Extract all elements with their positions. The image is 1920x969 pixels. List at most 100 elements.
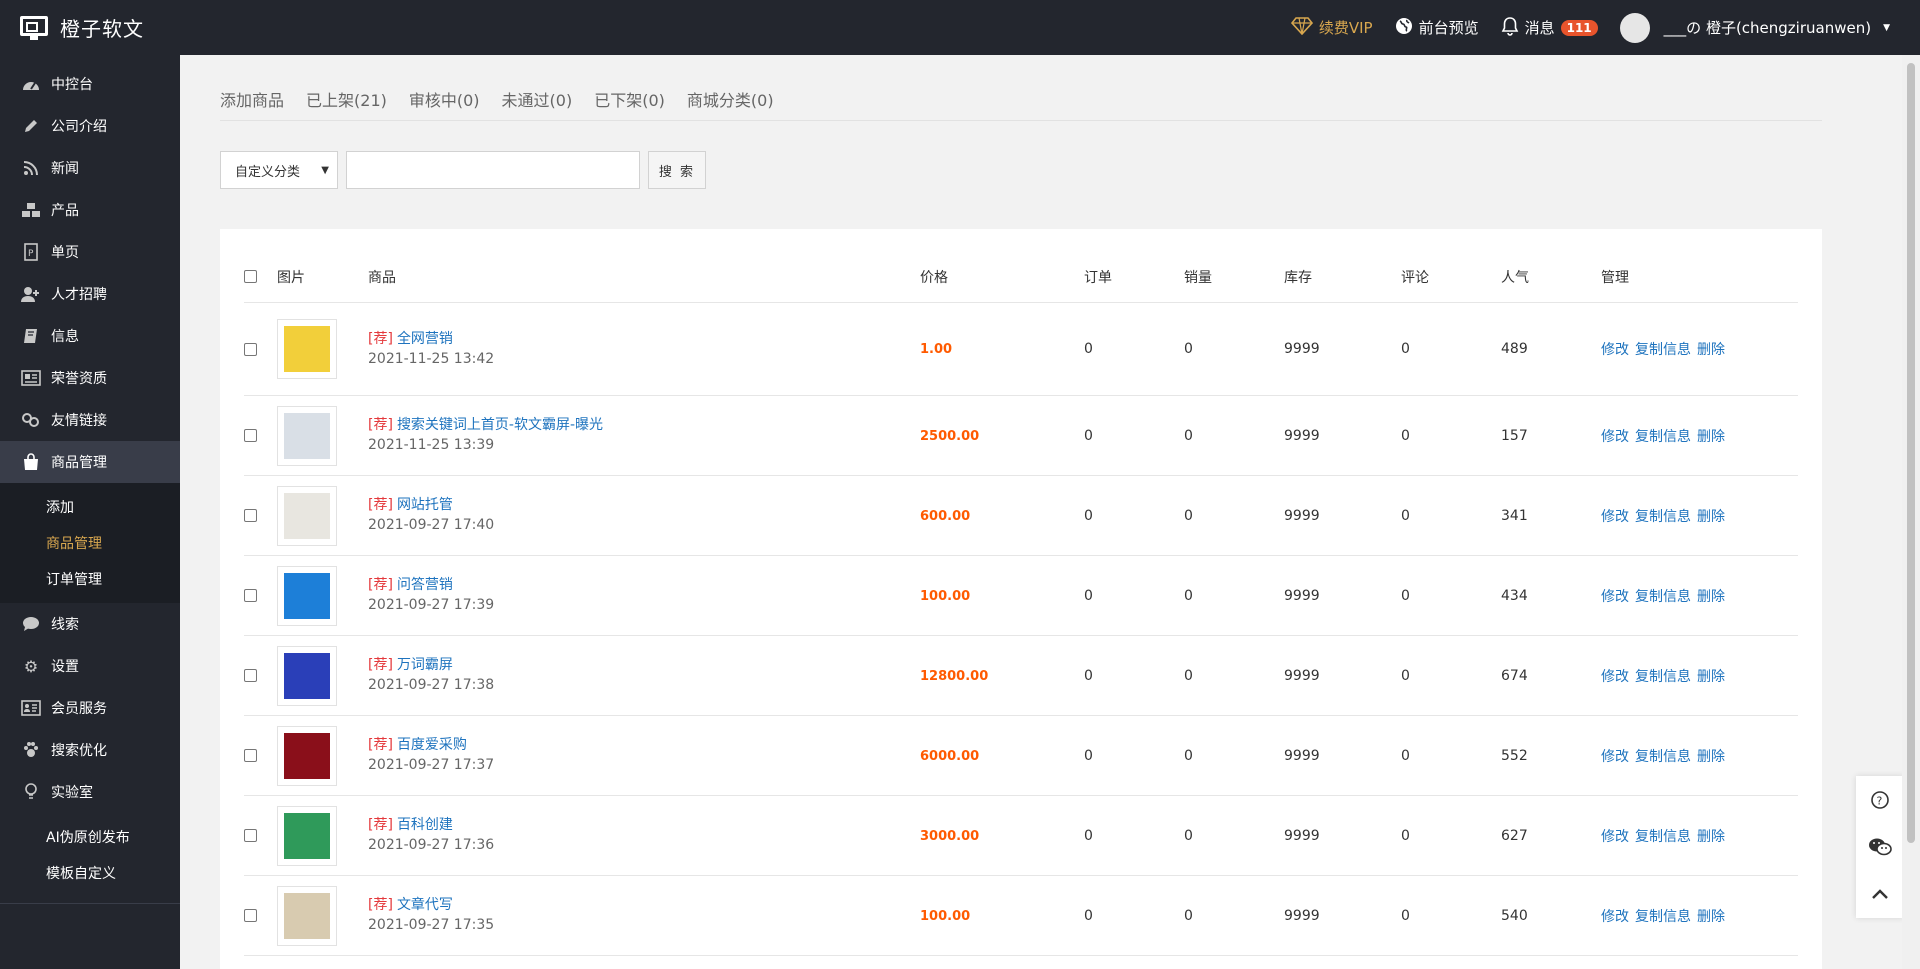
- submenu-add[interactable]: 添加: [0, 489, 180, 525]
- product-name-link[interactable]: [荐] 问答营销: [368, 576, 920, 595]
- sales-count: 0: [1184, 827, 1193, 844]
- product-name-link[interactable]: [荐] 万词霸屏: [368, 656, 920, 675]
- product-thumbnail[interactable]: [277, 645, 337, 706]
- sidebar-item-links[interactable]: 友情链接: [0, 399, 180, 441]
- delete-link[interactable]: 删除: [1697, 429, 1725, 445]
- product-thumbnail[interactable]: [277, 319, 337, 379]
- edit-link[interactable]: 修改: [1601, 749, 1629, 765]
- sidebar-item-company[interactable]: 公司介绍: [0, 105, 180, 147]
- search-button[interactable]: 搜 索: [648, 151, 706, 189]
- category-select[interactable]: 自定义分类 ▼: [220, 151, 338, 189]
- user-menu[interactable]: ___の 橙子(chengziruanwen) ▼: [1619, 12, 1890, 43]
- row-checkbox[interactable]: [244, 429, 257, 442]
- edit-link[interactable]: 修改: [1601, 669, 1629, 685]
- order-count: 0: [1084, 341, 1093, 357]
- help-icon[interactable]: ?: [1866, 786, 1894, 814]
- sidebar-item-page[interactable]: P 单页: [0, 231, 180, 273]
- vip-renew-link[interactable]: 续费VIP: [1290, 16, 1373, 39]
- copy-info-link[interactable]: 复制信息: [1635, 589, 1691, 605]
- product-thumbnail[interactable]: [277, 805, 337, 866]
- submenu-order-manage[interactable]: 订单管理: [0, 561, 180, 597]
- delete-link[interactable]: 删除: [1697, 669, 1725, 685]
- product-thumbnail[interactable]: [277, 885, 337, 946]
- back-to-top-icon[interactable]: [1866, 880, 1894, 908]
- stock-count: 9999: [1284, 667, 1320, 684]
- bell-icon: [1501, 16, 1519, 40]
- sidebar-item-membership[interactable]: 会员服务: [0, 687, 180, 729]
- copy-info-link[interactable]: 复制信息: [1635, 509, 1691, 525]
- tab-unlisted[interactable]: 已下架(0): [594, 87, 665, 111]
- copy-info-link[interactable]: 复制信息: [1635, 909, 1691, 925]
- sidebar-item-honors[interactable]: 荣誉资质: [0, 357, 180, 399]
- copy-info-link[interactable]: 复制信息: [1635, 669, 1691, 685]
- product-name-link[interactable]: [荐] 文章代写: [368, 896, 920, 915]
- recommend-tag: [荐]: [368, 417, 393, 433]
- copy-info-link[interactable]: 复制信息: [1635, 749, 1691, 765]
- sidebar-item-settings[interactable]: ⚙ 设置: [0, 645, 180, 687]
- tab-reviewing[interactable]: 审核中(0): [409, 87, 480, 111]
- sidebar-item-jobs[interactable]: 人才招聘: [0, 273, 180, 315]
- messages-link[interactable]: 消息 111: [1501, 16, 1598, 40]
- row-checkbox[interactable]: [244, 342, 257, 356]
- sidebar-item-goods[interactable]: 商品管理: [0, 441, 180, 483]
- copy-info-link[interactable]: 复制信息: [1635, 429, 1691, 445]
- sidebar-item-lab[interactable]: 实验室: [0, 771, 180, 813]
- tab-rejected[interactable]: 未通过(0): [502, 87, 573, 111]
- product-name-link[interactable]: [荐] 百度爱采购: [368, 736, 920, 755]
- preview-link[interactable]: 前台预览: [1395, 17, 1479, 39]
- copy-info-link[interactable]: 复制信息: [1635, 342, 1691, 358]
- logo[interactable]: 橙子软文: [20, 13, 144, 42]
- recommend-tag: [荐]: [368, 497, 393, 513]
- sidebar-item-seo[interactable]: 搜索优化: [0, 729, 180, 771]
- sidebar-item-products[interactable]: 产品: [0, 189, 180, 231]
- product-thumbnail[interactable]: [277, 725, 337, 786]
- lab-submenu: AI伪原创发布 模板自定义: [0, 813, 180, 897]
- delete-link[interactable]: 删除: [1697, 342, 1725, 358]
- row-checkbox[interactable]: [244, 589, 257, 602]
- scrollbar-thumb[interactable]: [1907, 63, 1915, 843]
- product-name: 问答营销: [396, 577, 453, 593]
- product-name-link[interactable]: [荐] 搜索关键词上首页-软文霸屏-曝光: [368, 416, 920, 435]
- sidebar-item-news[interactable]: 新闻: [0, 147, 180, 189]
- product-image: [284, 812, 330, 859]
- delete-link[interactable]: 删除: [1697, 589, 1725, 605]
- edit-link[interactable]: 修改: [1601, 829, 1629, 845]
- submenu-template-custom[interactable]: 模板自定义: [0, 855, 180, 891]
- product-name-link[interactable]: [荐] 全网营销: [368, 330, 920, 349]
- wechat-icon[interactable]: [1866, 833, 1894, 861]
- row-checkbox[interactable]: [244, 669, 257, 682]
- tab-add-goods[interactable]: 添加商品: [220, 87, 284, 111]
- row-checkbox[interactable]: [244, 749, 257, 762]
- edit-link[interactable]: 修改: [1601, 589, 1629, 605]
- edit-link[interactable]: 修改: [1601, 342, 1629, 358]
- row-checkbox[interactable]: [244, 829, 257, 842]
- row-checkbox[interactable]: [244, 909, 257, 922]
- product-thumbnail[interactable]: [277, 485, 337, 546]
- submenu-goods-manage[interactable]: 商品管理: [0, 525, 180, 561]
- edit-link[interactable]: 修改: [1601, 429, 1629, 445]
- product-date: 2021-09-27 17:38: [368, 677, 495, 693]
- scrollbar[interactable]: [1902, 55, 1920, 969]
- product-thumbnail[interactable]: [277, 565, 337, 626]
- select-all-checkbox[interactable]: [244, 270, 257, 283]
- delete-link[interactable]: 删除: [1697, 749, 1725, 765]
- tab-categories[interactable]: 商城分类(0): [687, 87, 774, 111]
- sidebar-item-dashboard[interactable]: 中控台: [0, 63, 180, 105]
- tab-listed[interactable]: 已上架(21): [306, 87, 387, 111]
- edit-link[interactable]: 修改: [1601, 509, 1629, 525]
- order-count: 0: [1084, 827, 1093, 844]
- copy-info-link[interactable]: 复制信息: [1635, 829, 1691, 845]
- edit-link[interactable]: 修改: [1601, 909, 1629, 925]
- sidebar-item-leads[interactable]: 线索: [0, 603, 180, 645]
- product-name-link[interactable]: [荐] 网站托管: [368, 496, 920, 515]
- delete-link[interactable]: 删除: [1697, 829, 1725, 845]
- sidebar-item-info[interactable]: 信息: [0, 315, 180, 357]
- submenu-ai-publish[interactable]: AI伪原创发布: [0, 819, 180, 855]
- row-checkbox[interactable]: [244, 509, 257, 522]
- product-thumbnail[interactable]: [277, 405, 337, 466]
- product-name-link[interactable]: [荐] 百科创建: [368, 816, 920, 835]
- delete-link[interactable]: 删除: [1697, 509, 1725, 525]
- table-row: [荐] 网站托管 2021-09-27 17:40 600.00 0 0 9999 0 341 修…: [244, 476, 1798, 556]
- search-input[interactable]: [346, 151, 640, 189]
- delete-link[interactable]: 删除: [1697, 909, 1725, 925]
